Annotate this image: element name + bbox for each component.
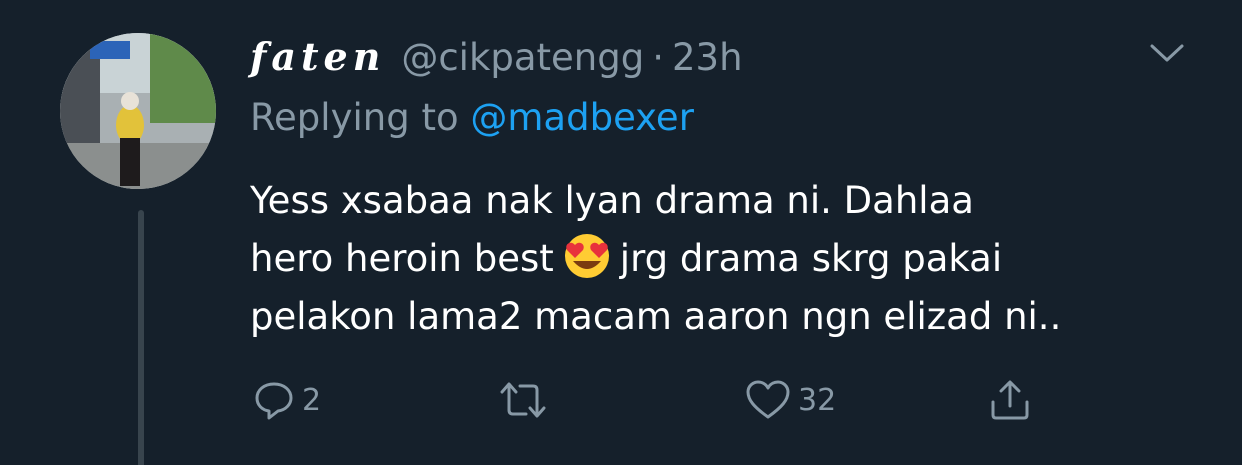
replying-to-label: Replying to — [250, 96, 459, 139]
like-button[interactable]: 32 — [744, 378, 836, 422]
tweet-body-segment: hero heroin best — [250, 237, 554, 280]
user-handle[interactable]: @cikpatengg — [401, 36, 644, 79]
tweet-timestamp[interactable]: 23h — [672, 36, 743, 79]
avatar[interactable] — [60, 33, 216, 189]
avatar-photo — [60, 33, 216, 189]
tweet-card[interactable]: faten @cikpatengg · 23h Replying to @mad… — [0, 0, 1242, 465]
reply-count: 2 — [302, 382, 322, 418]
tweet-actions: 2 32 — [0, 378, 1242, 428]
tweet-body-line: pelakon lama2 macam aaron ngn elizad ni.… — [250, 295, 1062, 338]
tweet-body-line: Yess xsabaa nak lyan drama ni. Dahlaa — [250, 179, 974, 222]
reply-icon — [255, 382, 293, 420]
separator-dot: · — [652, 36, 664, 79]
chevron-down-icon[interactable] — [1148, 38, 1186, 66]
like-count: 32 — [798, 382, 837, 418]
heart-eyes-emoji-icon — [558, 231, 616, 281]
tweet-body: Yess xsabaa nak lyan drama ni. Dahlaa he… — [250, 172, 1210, 346]
retweet-icon — [500, 382, 546, 418]
tweet-body-segment: jrg drama skrg pakai — [619, 237, 1003, 280]
replying-to-line: Replying to @madbexer — [250, 96, 694, 139]
display-name[interactable]: faten — [250, 34, 385, 79]
tweet-header: faten @cikpatengg · 23h — [250, 34, 743, 84]
tweet-body-line: hero heroin best jrg drama skrg pakai — [250, 230, 1210, 288]
retweet-button[interactable] — [498, 378, 554, 422]
share-button[interactable] — [988, 378, 1032, 422]
heart-icon — [746, 380, 790, 419]
share-icon — [991, 380, 1029, 420]
reply-button[interactable]: 2 — [252, 378, 321, 422]
reply-mention-link[interactable]: @madbexer — [470, 96, 694, 139]
